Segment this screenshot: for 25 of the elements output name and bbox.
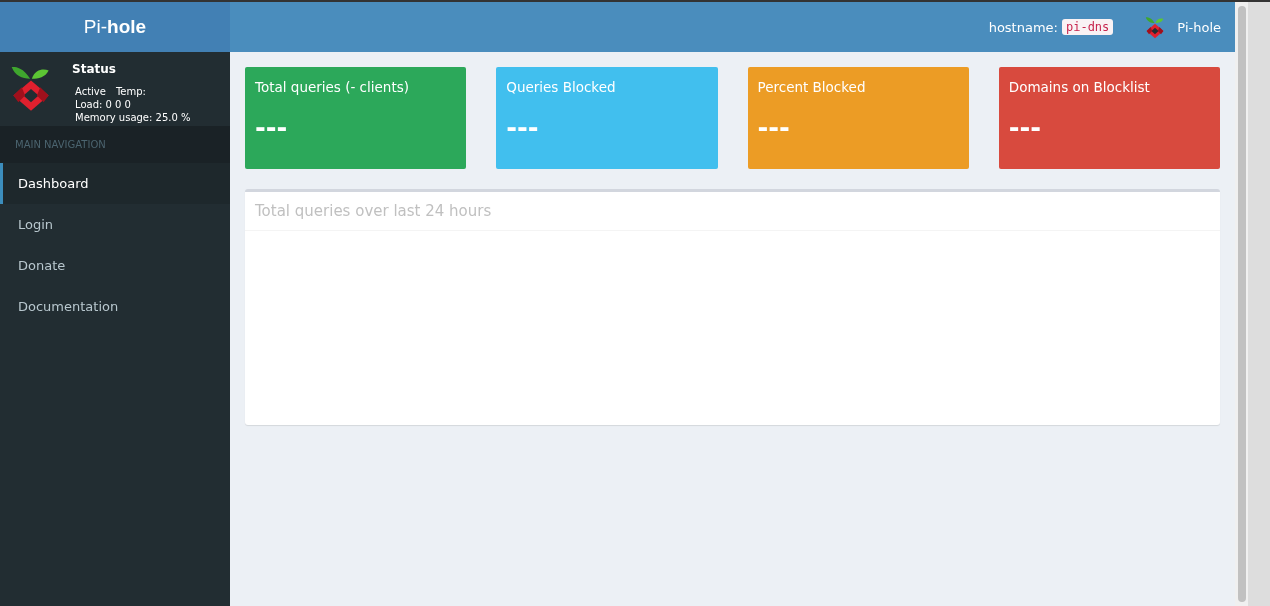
stat-value: --- (757, 115, 790, 141)
nav-item[interactable]: Documentation (0, 286, 230, 327)
stat-value: --- (506, 115, 539, 141)
status-load: Load: 0 0 0 (74, 99, 132, 110)
status-temp: Temp: (115, 86, 146, 97)
user-name[interactable]: Pi-hole (1177, 19, 1221, 35)
nav-heading: MAIN NAVIGATION (0, 126, 230, 163)
nav-item[interactable]: Donate (0, 245, 230, 286)
stat-title: Domains on Blocklist (1008, 79, 1151, 95)
hostname-label: hostname: (988, 19, 1058, 35)
status-active: Active (75, 86, 106, 97)
stat-title: Queries Blocked (506, 79, 617, 95)
scrollbar[interactable] (1235, 2, 1248, 606)
raspberry-icon (1145, 15, 1166, 39)
nav-item[interactable]: Dashboard (0, 163, 230, 204)
stat-title: Total queries (- clients) (255, 79, 410, 95)
nav-item[interactable]: Login (0, 204, 230, 245)
stat-value: --- (1008, 115, 1042, 141)
stat-value: --- (255, 115, 288, 141)
stat-title: Percent Blocked (757, 79, 867, 95)
status-memory: Memory usage: 25.0 % (74, 112, 191, 123)
pi-hole-logo[interactable]: Pi-hole (0, 2, 230, 52)
panel-title: Total queries over last 24 hours (245, 192, 1220, 231)
status-title: Status (72, 62, 117, 76)
hostname-value: pi-dns (1061, 19, 1114, 35)
